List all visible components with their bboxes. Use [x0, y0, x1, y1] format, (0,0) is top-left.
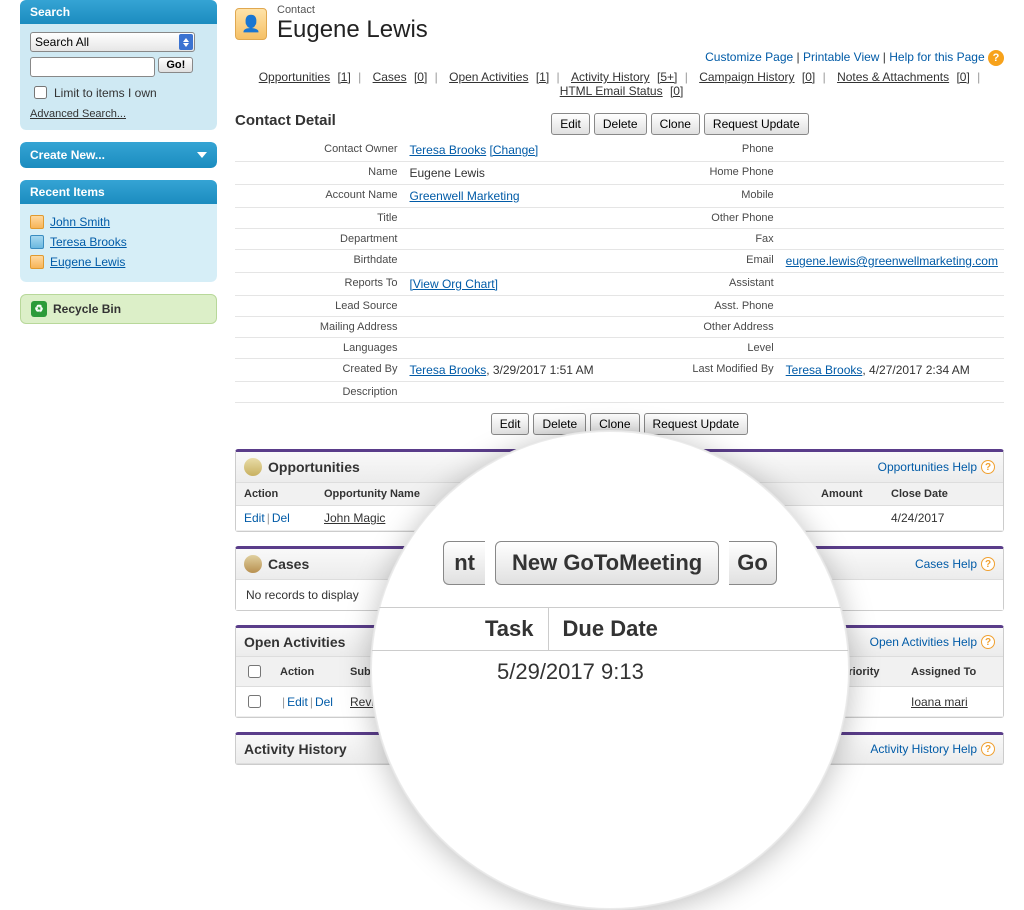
contact-mini-icon: [30, 215, 44, 229]
delete-button[interactable]: Delete: [594, 113, 647, 135]
nav-notes-attachments[interactable]: Notes & Attachments: [837, 70, 949, 84]
related-list-nav: Opportunities [1] | Cases [0] | Open Act…: [235, 70, 1004, 98]
sidebar: Search Search All Go! Limit to items I o…: [0, 0, 225, 785]
edit-button-bottom[interactable]: Edit: [491, 413, 530, 435]
assigned-to-link[interactable]: Ioana mari: [911, 695, 968, 709]
edit-link[interactable]: Edit: [287, 695, 308, 709]
nav-cases[interactable]: Cases: [373, 70, 407, 84]
opportunities-help-link[interactable]: Opportunities Help: [878, 460, 977, 474]
recent-items-header: Recent Items: [20, 180, 217, 204]
recycle-icon: ♻: [31, 301, 47, 317]
help-icon[interactable]: ?: [981, 557, 995, 571]
search-panel: Search Search All Go! Limit to items I o…: [20, 0, 217, 130]
magnified-due-date-header: Due Date: [548, 608, 672, 650]
create-new-panel[interactable]: Create New...: [20, 142, 217, 168]
nav-open-activities[interactable]: Open Activities: [449, 70, 528, 84]
help-icon[interactable]: ?: [981, 460, 995, 474]
customize-page-link[interactable]: Customize Page: [705, 50, 793, 64]
detail-header: Contact Detail Edit Delete Clone Request…: [235, 112, 1004, 135]
record-name: Eugene Lewis: [277, 16, 428, 44]
page-actions: Customize Page | Printable View | Help f…: [235, 50, 1004, 66]
owner-link[interactable]: Teresa Brooks: [410, 143, 487, 157]
recent-item[interactable]: Eugene Lewis: [30, 252, 207, 272]
new-gotomeeting-button[interactable]: New GoToMeeting: [495, 541, 719, 585]
magnified-button-partial-left[interactable]: nt: [443, 541, 485, 585]
case-icon: [244, 555, 262, 573]
recent-item-link[interactable]: John Smith: [50, 215, 110, 229]
advanced-search-link[interactable]: Advanced Search...: [30, 108, 126, 120]
contact-icon: 👤: [235, 8, 267, 40]
magnified-due-date-value: 5/29/2017 9:13: [483, 651, 658, 693]
request-update-button-bottom[interactable]: Request Update: [644, 413, 749, 435]
nav-campaign-history[interactable]: Campaign History: [699, 70, 794, 84]
recycle-bin-button[interactable]: ♻ Recycle Bin: [20, 294, 217, 324]
nav-opportunities[interactable]: Opportunities: [259, 70, 330, 84]
cases-help-link[interactable]: Cases Help: [915, 557, 977, 571]
search-panel-header: Search: [20, 0, 217, 24]
nav-html-email-status[interactable]: HTML Email Status: [560, 84, 663, 98]
del-link[interactable]: Del: [315, 695, 333, 709]
magnified-task-header: Task: [471, 608, 548, 650]
view-org-chart-link[interactable]: [View Org Chart]: [410, 277, 498, 291]
email-link[interactable]: eugene.lewis@greenwellmarketing.com: [786, 254, 998, 268]
edit-button[interactable]: Edit: [551, 113, 590, 135]
help-icon[interactable]: ?: [988, 50, 1004, 66]
search-go-button[interactable]: Go!: [158, 57, 193, 73]
limit-to-own-label[interactable]: Limit to items I own: [30, 83, 207, 102]
limit-to-own-checkbox[interactable]: [34, 86, 47, 99]
create-new-label: Create New...: [30, 148, 105, 162]
printable-view-link[interactable]: Printable View: [803, 50, 880, 64]
contact-mini-icon: [30, 255, 44, 269]
magnified-column-headers: Task Due Date: [371, 607, 849, 651]
recent-item[interactable]: John Smith: [30, 212, 207, 232]
request-update-button[interactable]: Request Update: [704, 113, 809, 135]
record-header: 👤 Contact Eugene Lewis: [235, 0, 1004, 44]
detail-title: Contact Detail: [235, 112, 336, 129]
user-mini-icon: [30, 235, 44, 249]
opportunity-name-link[interactable]: John Magic: [324, 511, 385, 525]
search-scope-select[interactable]: Search All: [30, 32, 195, 52]
row-checkbox[interactable]: [248, 695, 261, 708]
help-icon[interactable]: ?: [981, 742, 995, 756]
account-link[interactable]: Greenwell Marketing: [410, 189, 520, 203]
contact-detail-table: Contact Owner Teresa Brooks [Change] Pho…: [235, 139, 1004, 403]
change-owner-link[interactable]: [Change]: [490, 143, 539, 157]
nav-activity-history[interactable]: Activity History: [571, 70, 650, 84]
magnified-button-partial-right[interactable]: Go: [729, 541, 777, 585]
opportunity-icon: [244, 458, 262, 476]
magnifier-overlay: nt New GoToMeeting Go Task Due Date 5/29…: [370, 430, 850, 910]
recent-item[interactable]: Teresa Brooks: [30, 232, 207, 252]
select-all-checkbox[interactable]: [248, 665, 261, 678]
help-page-link[interactable]: Help for this Page: [889, 50, 984, 64]
recent-item-link[interactable]: Teresa Brooks: [50, 235, 127, 249]
help-icon[interactable]: ?: [981, 635, 995, 649]
clone-button[interactable]: Clone: [651, 113, 700, 135]
del-link[interactable]: Del: [272, 511, 290, 525]
modified-by-link[interactable]: Teresa Brooks: [786, 363, 863, 377]
recent-items-panel: Recent Items John Smith Teresa Brooks Eu…: [20, 180, 217, 282]
chevron-down-icon: [197, 152, 207, 158]
search-input[interactable]: [30, 57, 155, 77]
open-activities-help-link[interactable]: Open Activities Help: [870, 635, 977, 649]
recent-item-link[interactable]: Eugene Lewis: [50, 255, 125, 269]
activity-history-help-link[interactable]: Activity History Help: [870, 742, 977, 756]
created-by-link[interactable]: Teresa Brooks: [410, 363, 487, 377]
edit-link[interactable]: Edit: [244, 511, 265, 525]
record-type-label: Contact: [277, 4, 428, 16]
